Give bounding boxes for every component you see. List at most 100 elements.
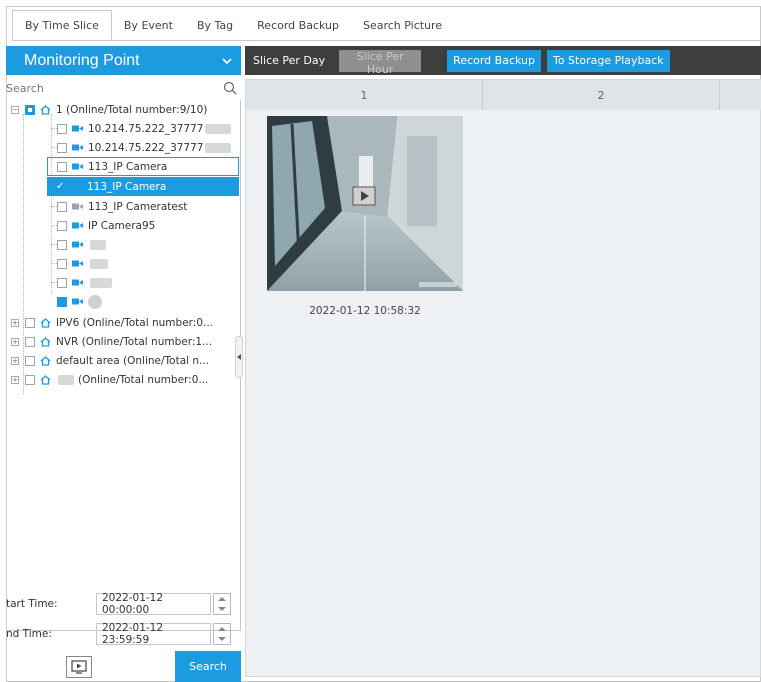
collapse-toggle[interactable]: − [11, 105, 19, 114]
tree-node-label: 1 (Online/Total number:9/10) [56, 103, 208, 116]
tree-node-area[interactable]: + IPV6 (Online/Total number:0... [11, 313, 213, 332]
checkbox[interactable] [57, 161, 67, 172]
checkbox[interactable] [57, 142, 67, 153]
start-time-label: tart Time: [6, 598, 58, 610]
redacted-mark [90, 277, 112, 288]
area-home-icon [40, 104, 51, 115]
checkbox[interactable] [57, 239, 67, 250]
redacted-mark [58, 374, 74, 385]
playback-window-button[interactable] [66, 655, 92, 678]
tree-node-area[interactable]: + (Online/Total number:0... [11, 370, 208, 389]
redacted-mark [205, 123, 232, 134]
thumbnail-timestamp: 2022-01-12 10:58:32 [309, 305, 421, 317]
checkbox[interactable] [25, 374, 35, 385]
checkbox[interactable] [25, 336, 35, 347]
slice-per-hour-button[interactable]: Slice Per Hour [339, 49, 422, 76]
tab-by-event[interactable]: By Event [112, 10, 185, 40]
tree-node-camera-selected[interactable]: ✓ 113_IP Camera [47, 177, 239, 196]
tree-node-camera[interactable] [57, 254, 108, 273]
column-header: 2 [483, 80, 720, 110]
monitoring-point-title: Monitoring Point [24, 51, 140, 69]
tree-node-label: default area (Online/Total n... [56, 354, 210, 367]
tab-divider [12, 40, 761, 41]
tree-node-camera[interactable] [57, 273, 112, 292]
start-time-spinner[interactable] [213, 593, 231, 615]
tree-node-camera[interactable]: 113_IP Cameratest [57, 197, 187, 216]
expand-toggle[interactable]: + [11, 337, 19, 346]
app-window: By Time Slice By Event By Tag Record Bac… [0, 0, 761, 682]
slice-grid: 1 2 2022-01-12 10:58:32 [245, 79, 761, 677]
playback-panel: Slice Per Day Slice Per Hour Record Back… [245, 46, 761, 682]
collapse-left-icon [237, 354, 241, 360]
camera-icon [72, 144, 83, 151]
slice-toolbar: Slice Per Day Slice Per Hour Record Back… [245, 46, 761, 76]
video-thumbnail[interactable] [267, 116, 463, 291]
redacted-mark [90, 239, 106, 250]
tree-node-label: 113_IP Camera [87, 180, 167, 193]
search-button[interactable]: Search [175, 651, 241, 682]
tab-record-backup[interactable]: Record Backup [245, 10, 351, 40]
camera-icon [72, 241, 83, 248]
record-backup-button[interactable]: Record Backup [447, 49, 541, 72]
area-home-icon [40, 374, 51, 385]
checkbox[interactable] [57, 123, 67, 134]
tab-by-time-slice[interactable]: By Time Slice [12, 10, 112, 40]
tree-node-camera[interactable]: IP Camera95 [57, 216, 155, 235]
check-icon: ✓ [56, 181, 65, 192]
tree-node-root[interactable]: − 1 (Online/Total number:9/10) [11, 100, 207, 119]
area-home-icon [40, 317, 51, 328]
tree-node-area[interactable]: + default area (Online/Total n... [11, 351, 209, 370]
tree-node-label: 10.214.75.222_37777 [88, 141, 204, 154]
column-header: 1 [246, 80, 483, 110]
spin-down-icon[interactable] [214, 634, 230, 644]
expand-toggle[interactable]: + [11, 375, 19, 384]
end-time-spinner[interactable] [213, 623, 231, 645]
end-time-input[interactable]: 2022-01-12 23:59:59 [96, 622, 211, 646]
camera-icon [72, 222, 83, 229]
tree-search-input[interactable] [6, 81, 206, 95]
spin-down-icon[interactable] [214, 604, 230, 614]
tree-node-label: IPV6 (Online/Total number:0... [56, 316, 214, 329]
camera-icon [72, 298, 83, 305]
spin-up-icon[interactable] [214, 594, 230, 604]
camera-offline-icon [72, 203, 83, 210]
tree-node-camera-focused[interactable]: 113_IP Camera [47, 157, 239, 176]
tree-node-label: NVR (Online/Total number:1... [56, 335, 213, 348]
spin-up-icon[interactable] [214, 624, 230, 634]
expand-toggle[interactable]: + [11, 318, 19, 327]
tab-by-tag[interactable]: By Tag [185, 10, 245, 40]
tree-node-label: (Online/Total number:0... [78, 373, 209, 386]
camera-icon [72, 163, 83, 170]
camera-icon [72, 279, 83, 286]
camera-icon [72, 125, 83, 132]
tree-node-area[interactable]: + NVR (Online/Total number:1... [11, 332, 212, 351]
monitoring-point-header[interactable]: Monitoring Point [6, 46, 241, 75]
checkbox[interactable] [25, 104, 35, 115]
expand-toggle[interactable]: + [11, 356, 19, 365]
redacted-mark [88, 294, 102, 309]
tree-node-camera[interactable]: 10.214.75.222_37777 [57, 119, 232, 138]
tab-search-picture[interactable]: Search Picture [351, 10, 454, 40]
slice-per-day-option[interactable]: Slice Per Day [253, 54, 325, 67]
start-time-row: tart Time: 2022-01-12 00:00:00 [6, 591, 241, 617]
checkbox[interactable] [57, 220, 67, 231]
to-storage-playback-button[interactable]: To Storage Playback [546, 49, 670, 72]
panel-collapse-handle[interactable] [235, 336, 243, 378]
camera-icon [72, 260, 83, 267]
search-icon[interactable] [223, 81, 237, 95]
end-time-label: nd Time: [6, 628, 52, 640]
checkbox[interactable] [57, 296, 67, 307]
checkbox[interactable] [25, 355, 35, 366]
checkbox[interactable] [25, 317, 35, 328]
checkbox[interactable] [57, 277, 67, 288]
tree-node-camera[interactable]: 10.214.75.222_37777 [57, 138, 232, 157]
tree-node-camera[interactable] [57, 292, 102, 311]
start-time-input[interactable]: 2022-01-12 00:00:00 [96, 592, 211, 616]
chevron-down-icon[interactable] [221, 55, 233, 67]
tree-search-row [6, 77, 241, 99]
tree-node-label: 113_IP Cameratest [88, 200, 188, 213]
checkbox[interactable] [57, 201, 67, 212]
tree-node-camera[interactable] [57, 235, 106, 254]
area-home-icon [40, 355, 51, 366]
checkbox[interactable] [57, 258, 67, 269]
